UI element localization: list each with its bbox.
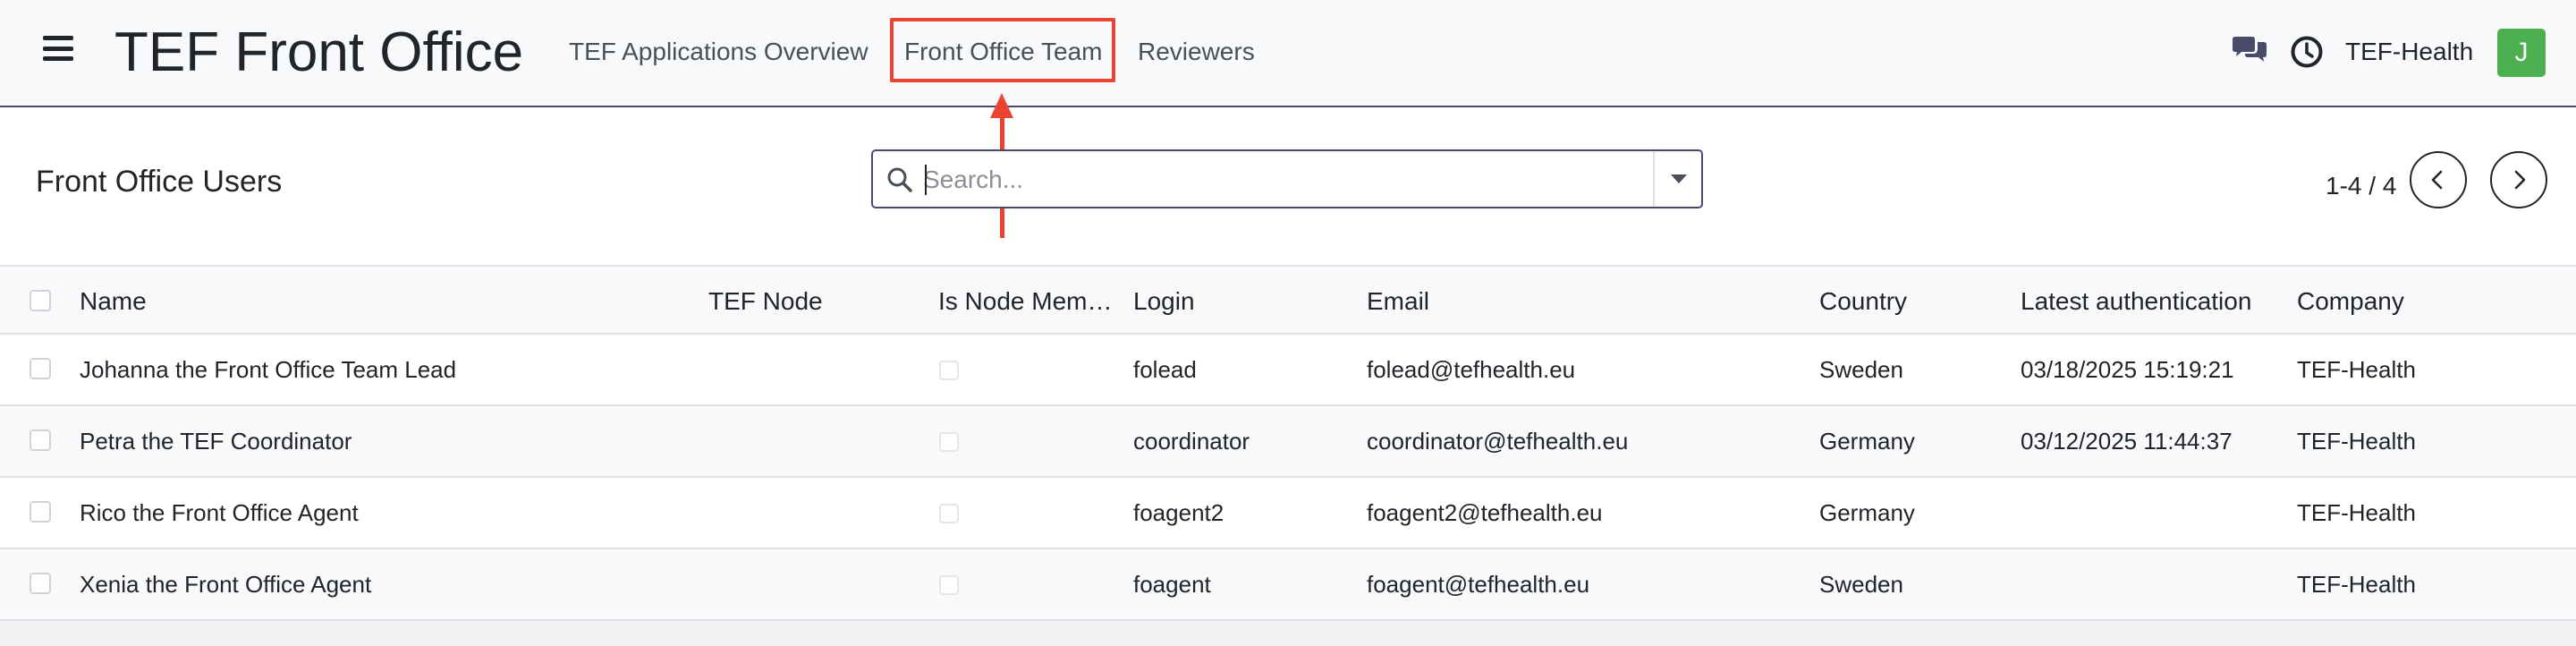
- text-caret: [925, 165, 927, 195]
- table-row[interactable]: Rico the Front Office Agent foagent2 foa…: [0, 478, 2576, 549]
- search-icon: [887, 167, 912, 192]
- cell-latest-authentication: 03/18/2025 15:19:21: [2021, 356, 2234, 383]
- row-select-checkbox[interactable]: [30, 501, 51, 523]
- caret-down-icon: [1671, 174, 1687, 183]
- cell-company: TEF-Health: [2297, 428, 2416, 455]
- table-row[interactable]: Johanna the Front Office Team Lead folea…: [0, 335, 2576, 406]
- user-avatar[interactable]: J: [2497, 29, 2546, 77]
- node-member-checkbox: [939, 575, 959, 595]
- list-header: Name TEF Node Is Node Mem… Login Email C…: [0, 265, 2576, 335]
- table-row[interactable]: Xenia the Front Office Agent foagent foa…: [0, 549, 2576, 621]
- cell-company: TEF-Health: [2297, 356, 2416, 383]
- cell-name: Rico the Front Office Agent: [80, 499, 359, 526]
- chevron-right-icon: [2514, 170, 2526, 190]
- cell-name: Xenia the Front Office Agent: [80, 571, 372, 598]
- hamburger-line: [43, 46, 73, 51]
- select-all-checkbox[interactable]: [30, 290, 51, 311]
- cell-email: foagent@tefhealth.eu: [1367, 571, 1590, 598]
- column-header-company[interactable]: Company: [2297, 286, 2404, 317]
- row-select-checkbox[interactable]: [30, 358, 51, 379]
- column-header-name[interactable]: Name: [80, 286, 147, 317]
- menu-item-applications-overview[interactable]: TEF Applications Overview: [569, 36, 869, 68]
- column-header-country[interactable]: Country: [1819, 286, 1907, 317]
- cell-email: folead@tefhealth.eu: [1367, 356, 1576, 383]
- column-header-login[interactable]: Login: [1133, 286, 1195, 317]
- node-member-checkbox: [939, 361, 959, 380]
- cell-country: Germany: [1819, 428, 1915, 455]
- pager-value[interactable]: 1-4 / 4: [2326, 170, 2396, 202]
- cell-login: coordinator: [1133, 428, 1250, 455]
- company-switcher[interactable]: TEF-Health: [2345, 36, 2473, 68]
- hamburger-line: [43, 36, 73, 40]
- cell-login: folead: [1133, 356, 1197, 383]
- chat-icon[interactable]: [2231, 36, 2268, 66]
- column-header-is-node-member[interactable]: Is Node Mem…: [938, 286, 1113, 317]
- top-navbar: TEF Front Office TEF Applications Overvi…: [0, 0, 2576, 107]
- menu-item-reviewers[interactable]: Reviewers: [1138, 36, 1255, 68]
- users-list: Name TEF Node Is Node Mem… Login Email C…: [0, 265, 2576, 646]
- node-member-checkbox: [939, 432, 959, 452]
- row-select-checkbox[interactable]: [30, 573, 51, 594]
- table-row[interactable]: Petra the TEF Coordinator coordinator co…: [0, 406, 2576, 478]
- menu-item-front-office-team[interactable]: Front Office Team: [904, 36, 1103, 68]
- pager-previous-button[interactable]: [2410, 151, 2467, 208]
- clock-icon[interactable]: [2290, 35, 2324, 69]
- chevron-left-icon: [2431, 170, 2443, 190]
- search-input[interactable]: [923, 158, 1621, 201]
- node-member-checkbox: [939, 504, 959, 523]
- pager-next-button[interactable]: [2490, 151, 2547, 208]
- search-bar: [871, 149, 1703, 208]
- cell-name: Petra the TEF Coordinator: [80, 428, 352, 455]
- cell-latest-authentication: 03/12/2025 11:44:37: [2021, 428, 2233, 455]
- row-select-checkbox[interactable]: [30, 429, 51, 451]
- cell-country: Germany: [1819, 499, 1915, 526]
- hamburger-line: [43, 56, 73, 61]
- hamburger-icon[interactable]: [43, 36, 73, 61]
- column-header-email[interactable]: Email: [1367, 286, 1429, 317]
- cell-login: foagent: [1133, 571, 1211, 598]
- cell-login: foagent2: [1133, 499, 1224, 526]
- column-header-latest-authentication[interactable]: Latest authentication: [2021, 286, 2251, 317]
- cell-company: TEF-Health: [2297, 571, 2416, 598]
- page-title: Front Office Users: [36, 165, 283, 199]
- cell-country: Sweden: [1819, 571, 1903, 598]
- column-header-tef-node[interactable]: TEF Node: [708, 286, 823, 317]
- cell-country: Sweden: [1819, 356, 1903, 383]
- cell-name: Johanna the Front Office Team Lead: [80, 356, 457, 383]
- cell-company: TEF-Health: [2297, 499, 2416, 526]
- cell-email: coordinator@tefhealth.eu: [1367, 428, 1629, 455]
- search-options-toggle[interactable]: [1655, 151, 1701, 207]
- cell-email: foagent2@tefhealth.eu: [1367, 499, 1603, 526]
- app-brand[interactable]: TEF Front Office: [114, 21, 523, 84]
